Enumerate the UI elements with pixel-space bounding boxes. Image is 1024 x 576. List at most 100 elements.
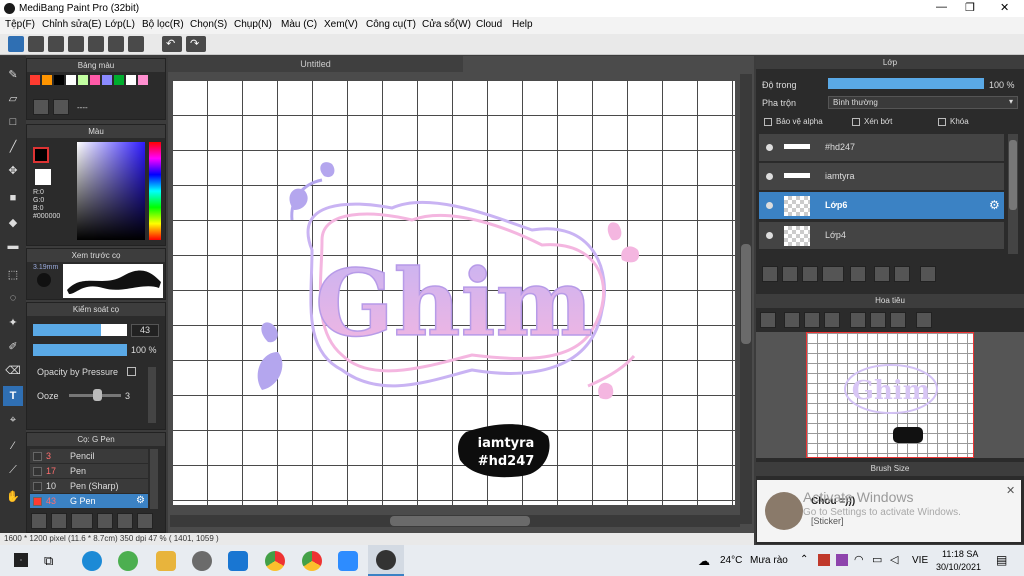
- clock-time[interactable]: 11:18 SA: [942, 549, 978, 559]
- foreground-color[interactable]: [33, 147, 49, 163]
- line-tool-icon[interactable]: ╱: [3, 136, 23, 156]
- canvas-paper[interactable]: Ghim iamtyra #hd247: [172, 80, 735, 505]
- delete-palette-icon[interactable]: [53, 99, 69, 115]
- canvas-horizontal-scrollbar[interactable]: [170, 515, 740, 527]
- network-icon[interactable]: ◠: [854, 553, 864, 566]
- comment-icon[interactable]: [48, 36, 64, 52]
- edge-icon[interactable]: [82, 551, 102, 571]
- magic-wand-icon[interactable]: ✦: [3, 312, 23, 332]
- gradient-tool-icon[interactable]: ▬: [3, 236, 23, 256]
- brush-folder-icon[interactable]: [117, 513, 133, 529]
- palette-swatch[interactable]: [42, 75, 52, 85]
- layer-opacity-slider[interactable]: [828, 78, 984, 89]
- eye-icon[interactable]: [766, 202, 773, 209]
- new-palette-icon[interactable]: [33, 99, 49, 115]
- canvas-vertical-scrollbar[interactable]: [740, 74, 752, 524]
- reset-view-icon[interactable]: [870, 312, 886, 328]
- undo-button[interactable]: ↶: [162, 36, 182, 52]
- notification-toast[interactable]: Chou =))) [Sticker] Activate Windows Go …: [757, 480, 1021, 542]
- menu-capture[interactable]: Chụp(N): [234, 19, 272, 30]
- actual-size-icon[interactable]: [824, 312, 840, 328]
- fill-tool-icon[interactable]: ◆: [3, 212, 23, 232]
- layer-row-lop4[interactable]: Lớp4: [759, 222, 1004, 250]
- palette-swatch[interactable]: [114, 75, 124, 85]
- background-color[interactable]: [35, 169, 51, 185]
- ooze-handle[interactable]: [93, 389, 102, 401]
- flip-icon[interactable]: [916, 312, 932, 328]
- brush-settings-icon[interactable]: ⚙: [136, 495, 145, 506]
- layer-row-lop6[interactable]: Lớp6 ⚙: [759, 192, 1004, 220]
- eraser-tool-icon[interactable]: ▱: [3, 88, 23, 108]
- cloud-icon[interactable]: [8, 36, 24, 52]
- chrome-icon-2[interactable]: [302, 551, 322, 571]
- new-8bit-layer-icon[interactable]: [802, 266, 818, 282]
- select-pen-icon[interactable]: ✐: [3, 336, 23, 356]
- menu-tools[interactable]: Công cụ(T): [366, 19, 416, 30]
- menu-file[interactable]: Tệp(F): [5, 19, 35, 30]
- tray-v-icon[interactable]: [836, 554, 848, 566]
- eye-icon[interactable]: [766, 173, 773, 180]
- opacity-slider[interactable]: [33, 344, 127, 356]
- new-brush-icon[interactable]: [51, 513, 67, 529]
- canvas-tab[interactable]: Untitled: [168, 56, 463, 72]
- zalo-icon[interactable]: [228, 551, 248, 571]
- text-tool-icon[interactable]: T: [3, 386, 23, 406]
- menu-cloud[interactable]: Cloud: [476, 19, 502, 30]
- canvas-hscroll-thumb[interactable]: [390, 516, 530, 526]
- palette-swatch[interactable]: [30, 75, 40, 85]
- tray-app-icon[interactable]: [818, 554, 830, 566]
- layer-settings-icon[interactable]: ⚙: [989, 198, 1000, 212]
- menu-help[interactable]: Help: [512, 19, 533, 30]
- palette-swatch[interactable]: [138, 75, 148, 85]
- clock-date[interactable]: 30/10/2021: [936, 562, 981, 572]
- page-icon[interactable]: [88, 36, 104, 52]
- close-button[interactable]: ✕: [1000, 1, 1009, 14]
- layer-row-iamtyra[interactable]: iamtyra: [759, 163, 1004, 191]
- menu-layer[interactable]: Lớp(L): [105, 19, 135, 30]
- brush-row-pencil[interactable]: 3 Pencil: [30, 449, 148, 464]
- layers-scroll-thumb[interactable]: [1009, 140, 1017, 210]
- brush-size-slider[interactable]: [33, 324, 127, 336]
- eyedropper-icon[interactable]: ⁄: [3, 436, 23, 456]
- brush-row-g-pen[interactable]: 43 G Pen ⚙: [30, 494, 148, 509]
- eye-icon[interactable]: [766, 232, 773, 239]
- add-brush-icon[interactable]: [31, 513, 47, 529]
- palette-swatch[interactable]: [66, 75, 76, 85]
- layer-row-hd247[interactable]: #hd247: [759, 134, 1004, 162]
- layer-menu-icon[interactable]: [822, 266, 844, 282]
- brush-menu-icon[interactable]: [71, 513, 93, 529]
- tiles-icon[interactable]: [128, 36, 144, 52]
- palette-swatch[interactable]: [78, 75, 88, 85]
- fit-icon[interactable]: [804, 312, 820, 328]
- brush-control-scrollbar[interactable]: [148, 367, 156, 423]
- operation-tool-icon[interactable]: ⌖: [3, 410, 23, 430]
- notification-center-icon[interactable]: ▤: [996, 553, 1007, 567]
- brush-edit-icon[interactable]: [97, 513, 113, 529]
- select-rect-icon[interactable]: ⬚: [3, 264, 23, 284]
- medibang-taskbar-button[interactable]: [368, 545, 404, 576]
- blend-mode-select[interactable]: Bình thường ▾: [828, 96, 1018, 109]
- share-icon[interactable]: [28, 36, 44, 52]
- menu-view[interactable]: Xem(V): [324, 19, 358, 30]
- zoom-app-icon[interactable]: [338, 551, 358, 571]
- close-icon[interactable]: ✕: [1006, 484, 1015, 497]
- menu-filter[interactable]: Bộ lọc(R): [142, 19, 184, 30]
- eye-icon[interactable]: [766, 144, 773, 151]
- chrome-icon[interactable]: [265, 551, 285, 571]
- delete-layer-icon[interactable]: [920, 266, 936, 282]
- file-explorer-icon[interactable]: [156, 551, 176, 571]
- rotate-right-icon[interactable]: [890, 312, 906, 328]
- palette-swatch[interactable]: [126, 75, 136, 85]
- brush-row-pen[interactable]: 17 Pen: [30, 464, 148, 479]
- brush-copy-icon[interactable]: [137, 513, 153, 529]
- folder-icon[interactable]: [850, 266, 866, 282]
- menu-window[interactable]: Cửa sổ(W): [422, 19, 471, 30]
- battery-icon[interactable]: ▭: [872, 553, 882, 566]
- layers-scrollbar[interactable]: [1008, 134, 1018, 254]
- new-halftone-layer-icon[interactable]: [782, 266, 798, 282]
- hue-slider[interactable]: [149, 142, 161, 240]
- weather-temp[interactable]: 24°C: [720, 555, 742, 566]
- canvas-vscroll-thumb[interactable]: [741, 244, 751, 344]
- palette-swatch[interactable]: [102, 75, 112, 85]
- brush-row-pen-sharp[interactable]: 10 Pen (Sharp): [30, 479, 148, 494]
